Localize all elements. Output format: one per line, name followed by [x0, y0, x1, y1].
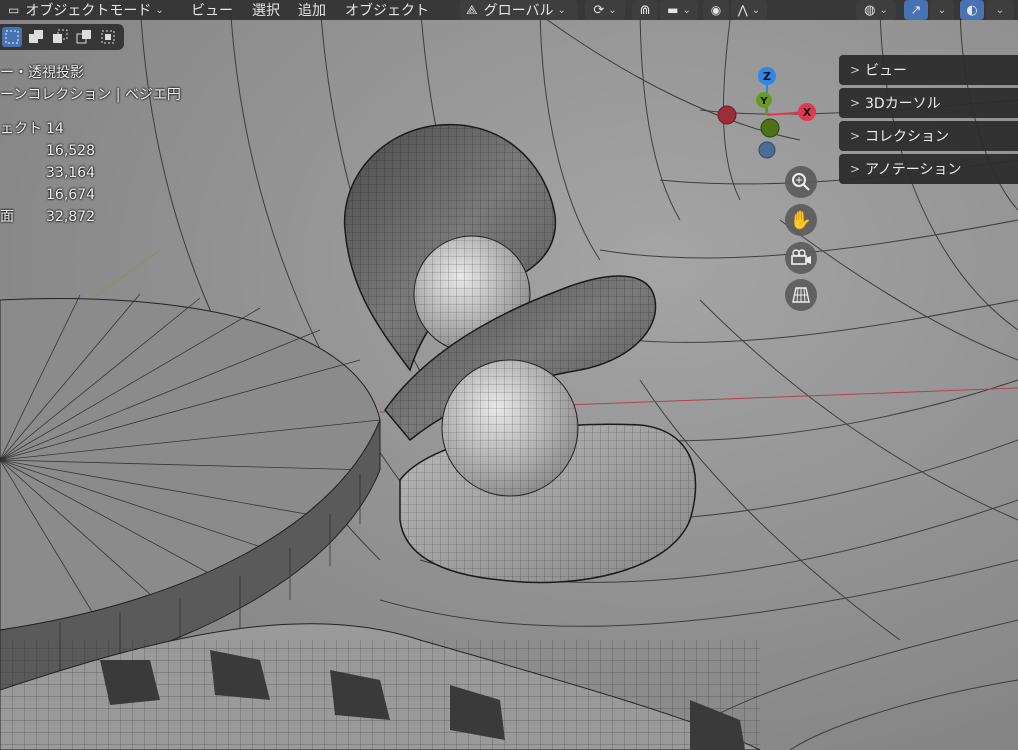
stat-value: 33,164: [46, 165, 95, 181]
panel-view[interactable]: > ビュー: [839, 55, 1018, 85]
selectability-icon: ◍: [864, 2, 876, 18]
falloff-curve-icon: ⋀: [737, 3, 748, 17]
panel-label: コレクション: [865, 129, 949, 145]
y-axis-label: Y: [759, 96, 768, 107]
viewport-header: ▭ オブジェクトモード ⌄ ビュー 選択 追加 オブジェクト ⟁ グローバル ⌄…: [0, 0, 1018, 20]
select-intersect-button[interactable]: [98, 27, 118, 47]
panel-3d-cursor[interactable]: > 3Dカーソル: [839, 88, 1018, 118]
select-invert-button[interactable]: [74, 27, 94, 47]
snap-target-dropdown[interactable]: ▬ ⌄: [660, 0, 698, 20]
neg-x-axis-dot[interactable]: [717, 105, 737, 125]
viewport-info: ー・透視投影 ーンコレクション | ベジエ円: [0, 62, 181, 106]
overlays-icon: ◐: [966, 2, 978, 18]
menu-select[interactable]: 選択: [252, 0, 280, 20]
neg-y-axis-dot[interactable]: [760, 118, 780, 138]
camera-view-icon: [791, 249, 811, 265]
ortho-toggle-button[interactable]: [785, 279, 817, 311]
mode-selector[interactable]: ▭ オブジェクトモード ⌄: [0, 0, 176, 20]
orientation-icon: ⟁: [466, 2, 478, 18]
view-name-text: ー・透視投影: [0, 65, 84, 81]
pivot-point-dropdown[interactable]: ⟳ ⌄: [585, 0, 625, 20]
chevron-right-icon: >: [849, 96, 861, 110]
stat-value: 16,674: [46, 187, 95, 203]
chevron-down-icon: ⌄: [608, 4, 617, 16]
panel-label: 3Dカーソル: [865, 96, 941, 112]
neg-z-axis-dot[interactable]: [758, 141, 776, 159]
chevron-down-icon: ⌄: [682, 4, 691, 16]
chevron-down-icon: ⌄: [155, 4, 164, 16]
zoom-button[interactable]: [785, 166, 817, 198]
panel-collection[interactable]: > コレクション: [839, 121, 1018, 151]
menu-view[interactable]: ビュー: [191, 0, 233, 20]
magnet-icon: ⋒: [639, 2, 651, 18]
transform-orientation-dropdown[interactable]: ⟁ グローバル ⌄: [460, 0, 578, 20]
chevron-down-icon: ⌄: [937, 4, 947, 16]
visibility-dropdown[interactable]: ◍ ⌄: [856, 0, 896, 20]
falloff-dropdown[interactable]: ⋀ ⌄: [731, 0, 767, 20]
snap-toggle[interactable]: ⋒: [632, 0, 658, 20]
orientation-label: グローバル: [483, 3, 554, 19]
axis-gizmo[interactable]: Z Y X: [710, 60, 830, 170]
stat-label: 面: [0, 209, 14, 225]
chevron-down-icon: ⌄: [751, 4, 761, 16]
select-subtract-button[interactable]: [50, 27, 70, 47]
snap-target-icon: ▬: [667, 3, 679, 17]
zoom-icon: [792, 173, 810, 191]
ortho-grid-icon: [792, 287, 810, 303]
hand-pan-icon: ✋: [789, 209, 813, 231]
stat-value: 32,872: [46, 209, 95, 225]
gizmo-toggle[interactable]: ↗: [904, 0, 928, 20]
camera-view-button[interactable]: [785, 242, 817, 274]
overlays-toggle[interactable]: ◐: [960, 0, 984, 20]
chevron-right-icon: >: [849, 129, 861, 143]
chevron-down-icon: ⌄: [995, 4, 1005, 16]
panel-annotation[interactable]: > アノテーション: [839, 154, 1018, 184]
select-invert-icon: [76, 30, 91, 44]
selection-mode-toolbar: [0, 24, 124, 50]
select-extend-icon: [29, 30, 43, 43]
interaction-mode-icon: ▭: [8, 3, 20, 17]
menu-object[interactable]: オブジェクト: [345, 0, 429, 20]
gizmo-dropdown[interactable]: ⌄: [930, 0, 954, 20]
stat-value: 16,528: [46, 143, 95, 159]
panel-label: ビュー: [865, 63, 907, 79]
stat-value: 14: [46, 121, 64, 137]
gizmo-icon: ↗: [910, 2, 922, 18]
proportional-edit-icon: ◉: [710, 3, 722, 17]
select-subtract-icon: [53, 29, 68, 43]
mode-label: オブジェクトモード: [25, 3, 152, 19]
select-new-icon: [5, 30, 19, 44]
overlays-dropdown[interactable]: ⌄: [986, 0, 1014, 20]
chevron-right-icon: >: [849, 63, 861, 77]
bottom-ring: [0, 623, 761, 750]
chevron-down-icon: ⌄: [557, 4, 566, 16]
chevron-right-icon: >: [849, 162, 861, 176]
proportional-edit-toggle[interactable]: ◉: [703, 0, 729, 20]
pan-button[interactable]: ✋: [785, 204, 817, 236]
x-axis-label: X: [803, 106, 812, 119]
menu-add[interactable]: 追加: [298, 0, 326, 20]
z-axis-label: Z: [763, 70, 771, 83]
select-new-button[interactable]: [2, 27, 22, 47]
stat-label: ェクト: [0, 121, 42, 137]
collection-text: ーンコレクション | ベジエ円: [0, 87, 181, 103]
panel-label: アノテーション: [865, 162, 962, 178]
select-extend-button[interactable]: [26, 27, 46, 47]
chevron-down-icon: ⌄: [879, 4, 888, 16]
select-intersect-icon: [101, 30, 115, 44]
pivot-icon: ⟳: [593, 2, 605, 18]
